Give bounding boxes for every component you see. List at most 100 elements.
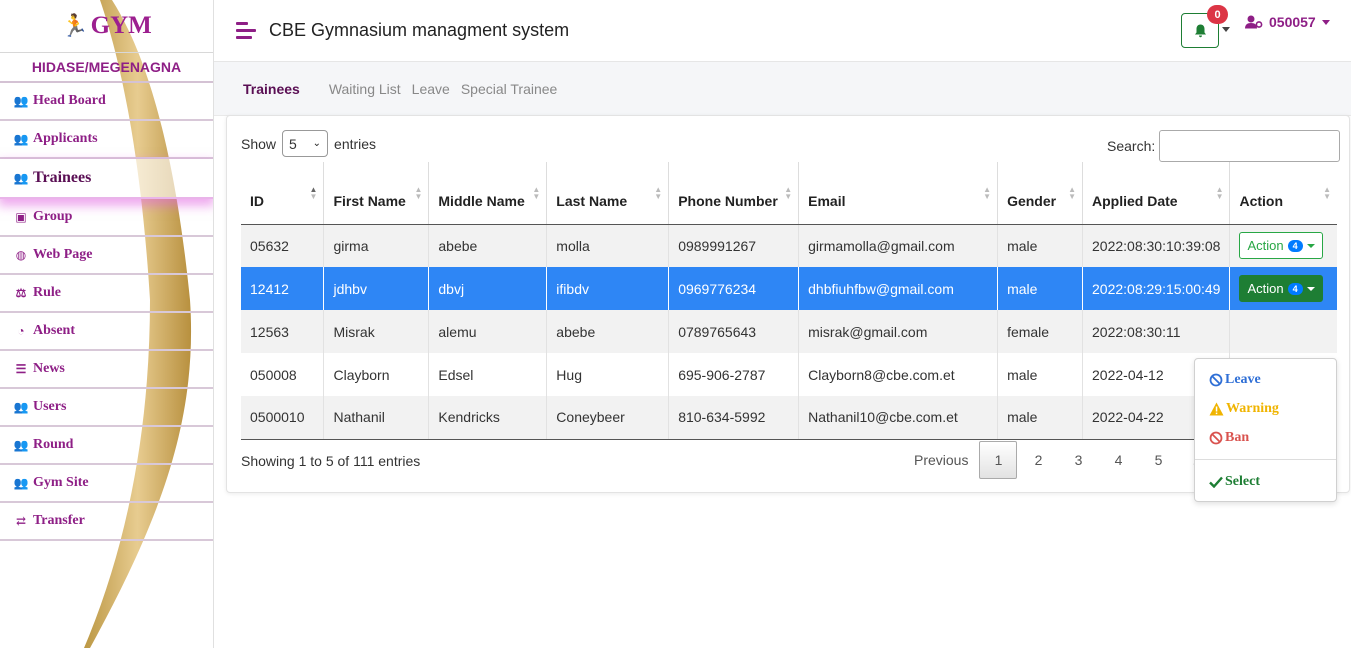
sidebar-item-label: Absent [33,323,76,338]
sidebar-item-group[interactable]: ▣ Group [0,199,213,237]
check-icon [1209,476,1223,488]
logo-text: GYM [90,12,152,39]
pagination-previous[interactable]: Previous [904,441,978,479]
column-header-action[interactable]: Action ▲ ▼ [1229,162,1337,225]
ban-circle-icon [1209,373,1223,387]
table-row[interactable]: 12563 Misrak alemu abebe 0789765643 misrak@gm… [241,310,1337,353]
sidebar-item-label: Transfer [33,513,85,528]
menu-toggle-icon[interactable] [236,22,256,39]
table-row[interactable]: 0500010 Nathanil Kendricks Coneybeer 810-634… [241,396,1337,440]
sidebar-item-head-board[interactable]: 👥 Head Board [0,83,213,121]
table-cell: 12563 [241,310,325,353]
main-content: Trainees Waiting List Leave Special Trainee… [214,62,1351,648]
user-menu[interactable]: 050057 [1245,14,1330,30]
table-row[interactable]: 050008 Clayborn Edsel Hug 695-906-2787 Claybo… [241,353,1337,396]
pagination-page[interactable]: 1 [979,441,1018,479]
notifications-caret-icon[interactable] [1222,27,1230,32]
menu-item-warning[interactable]: Warning [1209,401,1279,417]
table-cell: dhbfiuhfbw@gmail.com [798,267,999,310]
column-header-middle-name[interactable]: Middle Name ▲ ▼ [428,162,548,225]
sidebar-item-gym-site[interactable]: 👥 Gym Site [0,465,213,503]
sidebar-item-users[interactable]: 👥 Users [0,389,213,427]
ban-icon [1209,431,1223,445]
menu-item-leave[interactable]: Leave [1209,372,1261,388]
action-cell: Action 4 [1229,267,1337,310]
sidebar-item-absent[interactable]: ◔ Absent [0,313,213,351]
users-icon: 👥 [13,399,29,414]
caret-down-icon [1306,286,1315,291]
username: 050057 [1269,14,1316,30]
sidebar-item-applicants[interactable]: 👥 Applicants [0,121,213,159]
topbar: CBE Gymnasium managment system 0 050057 [214,0,1351,62]
sidebar-item-transfer[interactable]: ⇄ Transfer [0,503,213,541]
table-cell: girmamolla@gmail.com [798,224,999,267]
app-title: CBE Gymnasium managment system [269,20,570,40]
column-header-first-name[interactable]: First Name ▲ ▼ [323,162,430,225]
tab-leave[interactable]: Leave [412,81,450,97]
pagination-page[interactable]: 4 [1098,441,1138,479]
menu-item-ban[interactable]: Ban [1209,430,1249,446]
column-header-label: Action [1239,192,1284,209]
pagination-page[interactable]: 5 [1138,441,1178,479]
column-header-id[interactable]: ID ▲ ▼ [241,162,325,225]
sort-arrows-icon: ▲ ▼ [983,185,992,201]
page-length-value: 5 [289,135,297,152]
sidebar-item-round[interactable]: 👥 Round [0,427,213,465]
gym-logo[interactable]: 🏃 GYM [0,0,213,53]
table-cell: 2022:08:30:11 [1082,310,1231,353]
column-header-applied-date[interactable]: Applied Date ▲ ▼ [1082,162,1231,225]
users-icon: 👥 [13,437,29,452]
table-cell: 810-634-5992 [668,396,800,440]
column-header-last-name[interactable]: Last Name ▲ ▼ [546,162,670,225]
sidebar-item-label: Gym Site [33,475,89,490]
table-cell: 2022:08:30:10:39:08 [1082,224,1231,267]
menu-item-select[interactable]: Select [1209,474,1260,490]
table-cell: male [997,353,1084,396]
column-header-email[interactable]: Email ▲ ▼ [798,162,999,225]
action-count-badge: 4 [1287,282,1303,295]
column-header-label: Middle Name [438,192,525,209]
tabs-bar: Trainees Waiting List Leave Special Trainee [214,62,1351,116]
tab-special-trainee[interactable]: Special Trainee [461,81,558,97]
sidebar-item-rule[interactable]: ⚖ Rule [0,275,213,313]
sidebar-item-label: Head Board [33,93,106,108]
search-label: Search: [1107,138,1156,154]
tab-waiting-list[interactable]: Waiting List [329,81,401,97]
entries-label: entries [334,135,377,152]
table-cell: 050008 [241,353,325,396]
balance-scale-icon: ⚖ [15,285,27,300]
column-header-gender[interactable]: Gender ▲ ▼ [997,162,1084,225]
sidebar-item-web-page[interactable]: ◍ Web Page [0,237,213,275]
table-row[interactable]: 12412 jdhbv dbvj ifibdv 0969776234 dhbfiuhfbw… [241,267,1337,310]
sidebar-item-label: Web Page [33,247,93,262]
users-icon: 👥 [13,170,29,185]
user-cog-icon [1245,15,1263,29]
newspaper-icon: ☰ [15,361,27,376]
search-input[interactable] [1159,130,1341,162]
runner-icon: 🏃 [61,13,89,38]
table-cell: 0969776234 [668,267,800,310]
trainees-card: Show 5 ⌄ entries Search: ID ▲ ▼ First Name ▲… [226,115,1350,502]
sidebar-item-trainees[interactable]: 👥 Trainees [0,159,213,199]
globe-icon: ◍ [15,247,27,262]
sidebar-item-news[interactable]: ☰ News [0,351,213,389]
users-icon: 👥 [13,131,29,146]
menu-ban-label: Ban [1225,430,1250,445]
column-header-label: Applied Date [1092,192,1178,209]
sidebar-item-label: Users [33,399,67,414]
action-button[interactable]: Action 4 [1239,232,1323,260]
page-length-control: Show 5 ⌄ entries [241,130,376,157]
action-button[interactable]: Action 4 [1239,275,1323,302]
sort-arrows-icon: ▲ ▼ [1323,185,1331,201]
column-header-phone-number[interactable]: Phone Number ▲ ▼ [668,162,800,225]
pagination-page[interactable]: 2 [1018,441,1058,479]
table-row[interactable]: 05632 girma abebe molla 0989991267 girmamolla… [241,224,1337,267]
table-cell: molla [546,224,670,267]
table-cell: Kendricks [428,396,548,440]
pagination-page[interactable]: 3 [1058,441,1098,479]
sidebar-item-label: Round [33,437,74,452]
tab-trainees[interactable]: Trainees [243,81,300,97]
page-length-select[interactable]: 5 ⌄ [282,130,329,157]
table-cell: 0500010 [241,396,325,440]
table-cell: Coneybeer [546,396,670,440]
